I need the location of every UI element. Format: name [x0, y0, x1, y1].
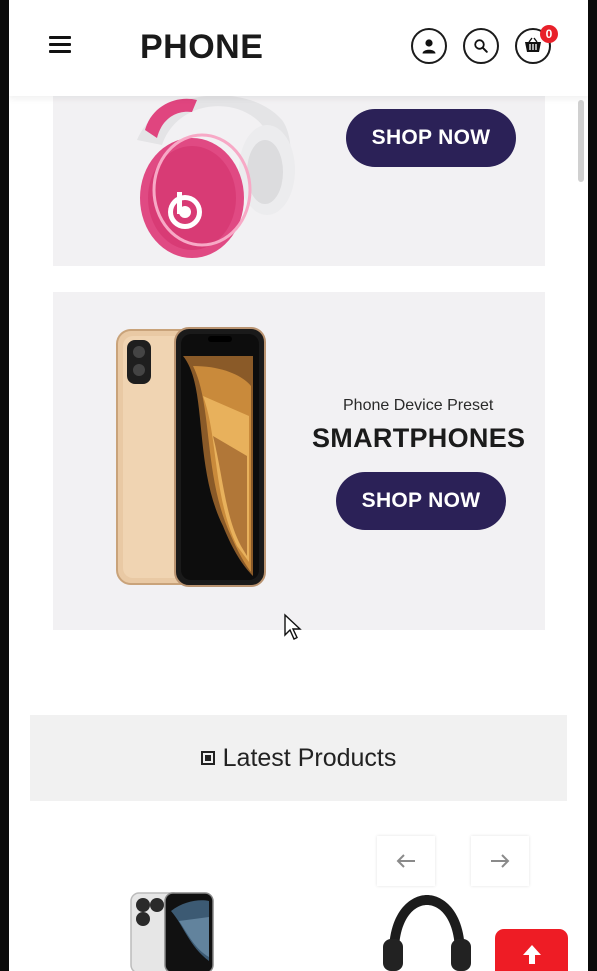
latest-products-heading: Latest Products	[30, 715, 567, 801]
cart-button[interactable]: 0	[515, 25, 558, 64]
site-header: PHONE 0	[9, 0, 588, 96]
scroll-to-top-button[interactable]	[495, 929, 568, 971]
arrow-up-icon	[522, 945, 541, 964]
banner-subtitle: Phone Device Preset	[343, 397, 494, 414]
site-logo[interactable]: PHONE	[140, 28, 263, 67]
cart-count-badge: 0	[540, 25, 558, 43]
search-button[interactable]	[463, 28, 499, 64]
user-icon	[422, 39, 436, 54]
arrow-left-icon	[396, 854, 415, 868]
square-bullet-icon	[200, 751, 215, 765]
smartphone-icon	[116, 327, 266, 587]
search-icon	[474, 39, 488, 53]
carousel-prev-button[interactable]	[377, 836, 435, 886]
account-button[interactable]	[411, 28, 447, 64]
scrollbar-thumb[interactable]	[578, 100, 584, 182]
shop-now-button-smartphones[interactable]: SHOP NOW	[336, 472, 506, 530]
mouse-pointer-icon	[284, 613, 302, 640]
banner-title: SMARTPHONES	[312, 423, 526, 453]
product-image-headphones[interactable]	[381, 891, 471, 971]
menu-icon[interactable]	[49, 36, 75, 58]
smartphones-banner: Phone Device Preset SMARTPHONES SHOP NOW	[53, 292, 545, 630]
arrow-right-icon	[491, 854, 510, 868]
shop-now-button-headphones[interactable]: SHOP NOW	[346, 109, 516, 167]
page-viewport: PHONE 0 SHOP NOW Phone Device Preset SMA…	[9, 0, 588, 971]
latest-products-title: Latest Products	[222, 743, 397, 772]
product-image-phone[interactable]	[129, 891, 215, 971]
carousel-next-button[interactable]	[471, 836, 529, 886]
cart-icon	[525, 37, 541, 52]
headphones-icon	[137, 95, 295, 258]
